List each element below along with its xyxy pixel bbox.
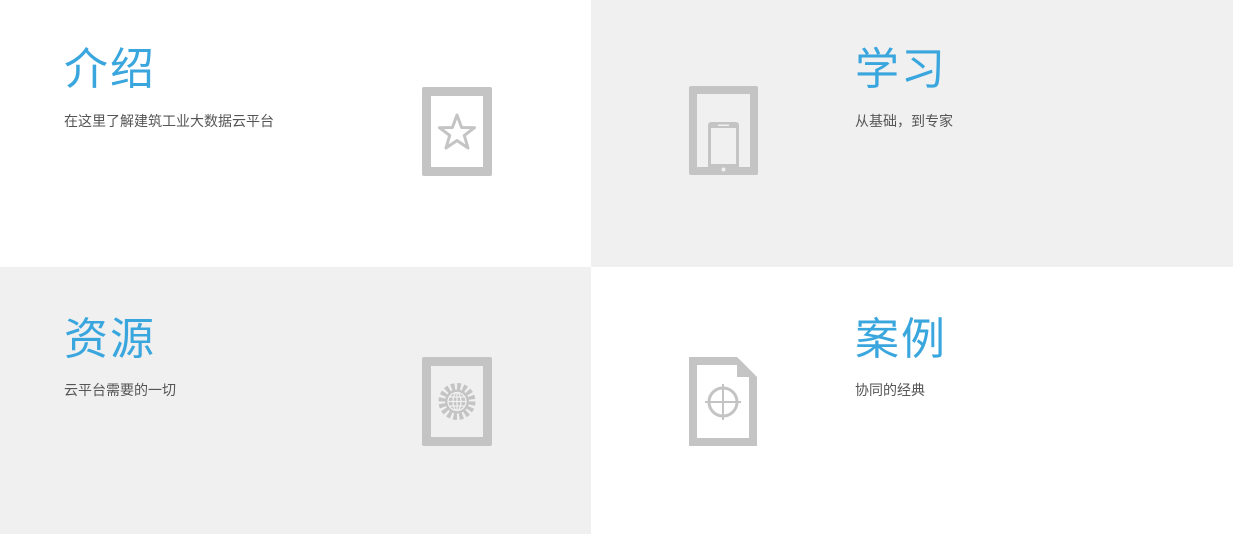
mobile-tablet-icon — [689, 86, 758, 175]
tile-title: 案例 — [855, 314, 947, 365]
tile-subtitle: 在这里了解建筑工业大数据云平台 — [64, 114, 274, 130]
target-document-icon — [689, 357, 757, 446]
tile-intro[interactable]: 介绍 在这里了解建筑工业大数据云平台 — [0, 0, 591, 267]
star-tablet-icon — [422, 87, 492, 176]
tile-subtitle: 从基础，到专家 — [855, 114, 953, 130]
tile-subtitle: 云平台需要的一切 — [64, 383, 176, 399]
tile-cases[interactable]: 案例 协同的经典 — [591, 267, 1233, 534]
tile-learn[interactable]: 学习 从基础，到专家 — [591, 0, 1233, 267]
tile-title: 学习 — [855, 44, 947, 95]
globe-gear-icon — [422, 357, 492, 446]
tile-subtitle: 协同的经典 — [855, 383, 925, 399]
tile-title: 资源 — [64, 314, 156, 365]
tile-resources[interactable]: 资源 云平台需要的一切 — [0, 267, 591, 534]
tile-title: 介绍 — [64, 44, 156, 95]
